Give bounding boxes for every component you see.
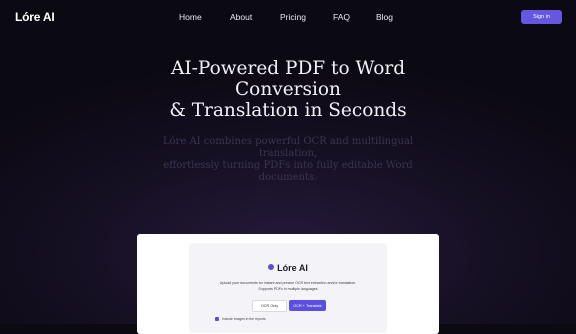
preview-brand: Lóre AI bbox=[0, 263, 576, 273]
nav-link-faq[interactable]: FAQ bbox=[333, 12, 350, 22]
hero-title-line-1: AI-Powered PDF to Word bbox=[170, 58, 406, 79]
preview-description-line-2: Supports PDFs in multiple languages bbox=[258, 286, 318, 291]
hero-subtitle: Lóre AI combines powerful OCR and multil… bbox=[0, 136, 576, 184]
ocr-only-option[interactable]: OCR Only bbox=[252, 300, 287, 312]
checkbox[interactable] bbox=[215, 317, 219, 321]
logo[interactable]: Lóre AI bbox=[15, 10, 55, 24]
include-images-label: Include images in the reports bbox=[222, 317, 266, 321]
hero-title: AI-Powered PDF to Word Conversion & Tran… bbox=[0, 58, 576, 121]
ocr-translate-label: OCR + Translate bbox=[293, 303, 322, 308]
nav-link-pricing[interactable]: Pricing bbox=[280, 12, 306, 22]
top-nav: Lóre AI Home About Pricing FAQ Blog Sign… bbox=[0, 0, 576, 34]
hero-subtitle-line-2: translation, bbox=[258, 148, 318, 159]
hero-subtitle-line-1: Lóre AI combines powerful OCR and multil… bbox=[162, 136, 414, 147]
preview-description: Upload your documents for instant and pr… bbox=[0, 281, 576, 292]
hero-title-line-3: & Translation in Seconds bbox=[169, 100, 407, 121]
logo-icon bbox=[268, 264, 275, 270]
ocr-only-label: OCR Only bbox=[260, 304, 279, 308]
signin-button[interactable]: Sign in bbox=[521, 10, 562, 24]
nav-link-home[interactable]: Home bbox=[179, 12, 202, 22]
preview-brand-label: Lóre AI bbox=[277, 263, 308, 273]
nav-link-about[interactable]: About bbox=[230, 12, 252, 22]
include-images-row[interactable]: Include images in the reports bbox=[215, 317, 266, 321]
hero-title-line-2: Conversion bbox=[235, 79, 341, 100]
nav-link-blog[interactable]: Blog bbox=[376, 12, 393, 22]
ocr-translate-option[interactable]: OCR + Translate bbox=[289, 300, 326, 311]
hero-subtitle-line-4: documents. bbox=[258, 172, 318, 183]
hero-subtitle-line-3: effortlessly turning PDFs into fully edi… bbox=[163, 160, 413, 171]
